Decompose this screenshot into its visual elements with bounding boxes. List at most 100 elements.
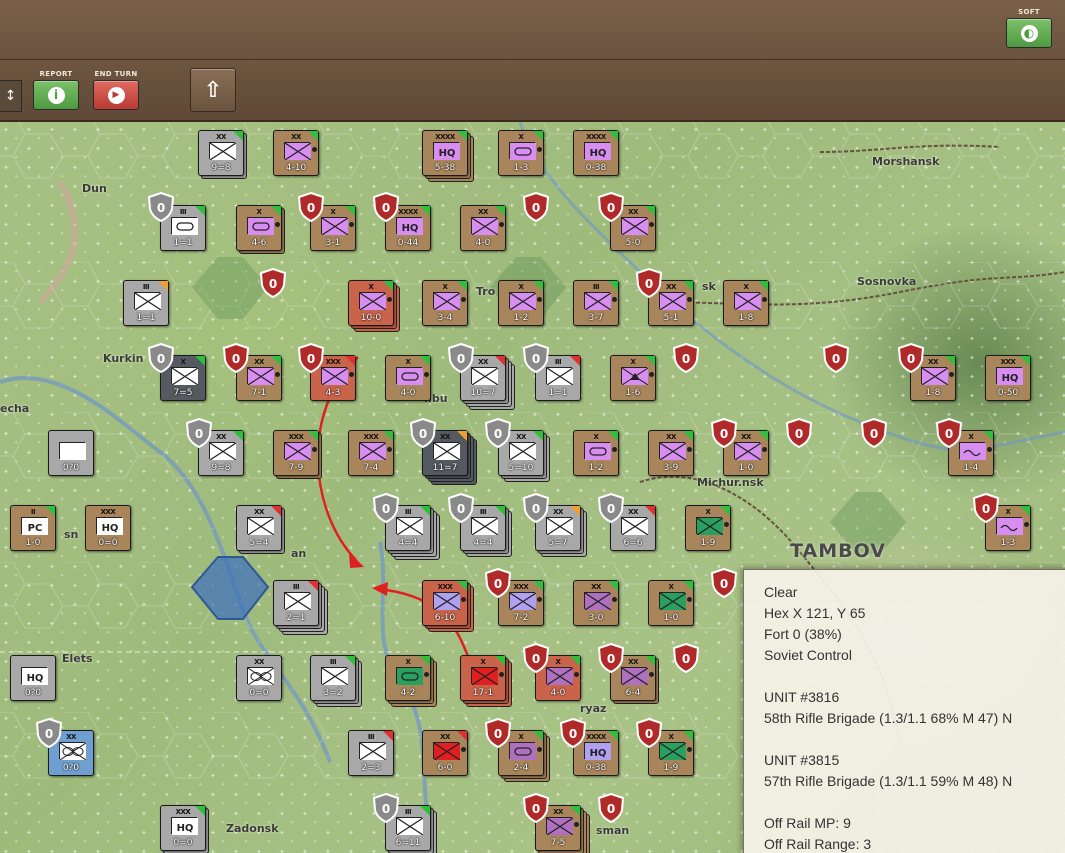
unit-type-icon [359,742,386,760]
soft-label: SOFT [1018,8,1040,16]
unit-strength-label: 4-0 [400,388,416,398]
unit-counter[interactable]: III 2=1 [273,580,328,635]
unit-counter[interactable]: X 4-6 [236,205,288,257]
svg-text:HQ: HQ [27,673,44,684]
unit-counter[interactable]: XXX 7-4 [348,430,400,482]
unit-counter[interactable]: XXX HQ 0=0 [85,505,137,557]
unit-type-icon [471,367,498,385]
unit-counter[interactable]: II PC 1-0 [10,505,62,557]
unit-type-icon [959,442,986,460]
unit-type-icon [247,517,274,535]
scroll-arrows-icon[interactable]: ↕ [0,80,22,112]
unit-counter[interactable]: XX 3-0 [573,580,625,632]
fort-shield-icon: 0 [710,417,738,449]
unit-size-label: X [518,133,524,141]
unit-type-icon [433,592,460,610]
end-turn-label: END TURN [94,70,138,78]
unit-counter[interactable]: HQ 0?0 [10,655,62,707]
unit-counter[interactable]: XX 4-0 [460,205,512,257]
unit-counter[interactable]: XX 9=8 [198,130,250,182]
unit-size-label: X [743,283,749,291]
unit-size-label: X [405,658,411,666]
upload-control[interactable]: ⇧ [190,68,236,112]
soft-button[interactable]: ◐ [1006,18,1052,48]
unit-type-icon [471,667,498,685]
unit-strength-label: 5-1 [663,313,679,323]
unit-type-icon [584,592,611,610]
unit-size-label: X [368,283,374,291]
unit-type-icon [396,817,423,835]
unit-counter[interactable]: X 10-0 [348,280,400,332]
unit-strength-label: 4-0 [550,688,566,698]
unit-counter[interactable]: X 3-4 [422,280,474,332]
unit-strength-label: 2=1 [286,613,306,623]
unit-type-icon [247,367,274,385]
unit-counter[interactable]: XX 4-10 [273,130,325,182]
unit-counter[interactable]: III 3-7 [573,280,625,332]
unit-size-label: III [592,283,600,291]
svg-text:0: 0 [682,652,690,666]
unit-strength-label: 0=0 [173,838,193,848]
svg-text:0: 0 [607,201,615,215]
unit-strength-label: 1-8 [925,388,941,398]
unit-counter[interactable]: XX 6-0 [422,730,474,782]
unit-counter[interactable]: XXXX HQ 0-38 [573,130,625,182]
unit-counter[interactable]: XX 0=0 [236,655,288,707]
fort-shield-icon: 0 [447,492,475,524]
unit-counter[interactable]: III 3=2 [310,655,362,707]
unit-counter[interactable]: X 1-3 [498,130,550,182]
fort-shield-icon: 0 [522,191,550,223]
unit-counter[interactable]: 0?0 [48,430,100,482]
unit-counter[interactable]: X 1-6 [610,355,662,407]
unit-desc-text: 57th Rifle Brigade (1.3/1.1 59% M 48) N [764,773,1013,789]
unit-type-icon [209,442,236,460]
report-control[interactable]: REPORT i [33,70,79,110]
unit-counter[interactable]: XXX 6-10 [422,580,474,632]
svg-text:0: 0 [494,727,502,741]
unit-counter[interactable]: XX 3-9 [648,430,700,482]
unit-type-icon [621,367,648,385]
fort-shield-icon: 0 [785,417,813,449]
soft-toggle[interactable]: SOFT ◐ [1006,8,1052,48]
unit-counter[interactable]: III 1=1 [123,280,175,332]
town-label: sk [702,280,716,293]
svg-text:0: 0 [532,352,540,366]
unit-strength-label: 0=0 [98,538,118,548]
unit-strength-label: 1-4 [963,463,979,473]
unit-strength-label: 7-4 [363,463,379,473]
unit-type-icon [696,517,723,535]
svg-text:PC: PC [28,523,43,534]
unit-counter[interactable]: X 4-2 [385,655,437,707]
svg-text:0: 0 [382,802,390,816]
fort-shield-icon: 0 [147,191,175,223]
unit-strength-label: 1-9 [663,763,679,773]
report-button[interactable]: i [33,80,79,110]
svg-text:0: 0 [607,652,615,666]
town-label: Morshansk [872,155,940,168]
unit-counter[interactable]: III 2=3 [348,730,400,782]
unit-counter[interactable]: XXX HQ 0=0 [160,805,212,853]
end-turn-control[interactable]: END TURN ▶ [93,70,139,110]
unit-counter[interactable]: XXX HQ 0-50 [985,355,1037,407]
unit-counter[interactable]: X 1-0 [648,580,700,632]
unit-counter[interactable]: X 4-0 [385,355,437,407]
unit-counter[interactable]: XXXX HQ 5-38 [422,130,474,182]
upload-button[interactable]: ⇧ [190,68,236,112]
unit-counter[interactable]: XX 5=4 [236,505,288,557]
unit-counter[interactable]: X 17-1 [460,655,512,707]
fort-shield-icon: 0 [447,342,475,374]
end-turn-button[interactable]: ▶ [93,80,139,110]
fort-shield-icon: 0 [635,717,663,749]
unit-counter[interactable]: X 1-2 [573,430,625,482]
unit-strength-label: 1=1 [548,388,568,398]
unit-counter[interactable]: X 1-9 [685,505,737,557]
unit-counter[interactable]: XXX 7-9 [273,430,325,482]
unit-strength-label: 0?0 [62,463,80,473]
unit-counter[interactable]: X 1-2 [498,280,550,332]
unit-type-icon [621,517,648,535]
fort-shield-icon: 0 [672,342,700,374]
unit-counter[interactable]: X 1-8 [723,280,775,332]
unit-strength-label: 5-0 [625,238,641,248]
fort-shield-icon: 0 [372,792,400,824]
unit-strength-label: 4=4 [473,538,493,548]
